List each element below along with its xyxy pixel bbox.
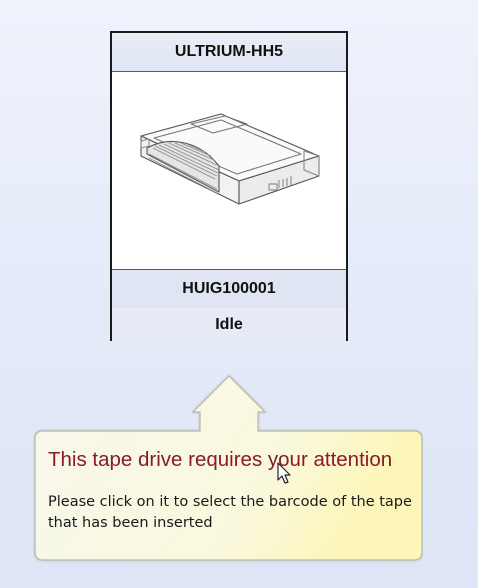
attention-callout: This tape drive requires your attention … [33,374,423,564]
mouse-cursor-icon [277,462,293,490]
tape-drive-icon[interactable] [112,72,346,270]
callout-message: Please click on it to select the barcode… [48,494,412,531]
drive-model-label: ULTRIUM-HH5 [112,33,346,72]
drive-status-label: Idle [112,308,346,341]
callout-title: This tape drive requires your attention [48,448,393,471]
drive-barcode-label: HUIG100001 [182,280,276,297]
tape-drive-card[interactable]: ULTRIUM-HH5 HUIG100001 Idle [110,31,348,341]
